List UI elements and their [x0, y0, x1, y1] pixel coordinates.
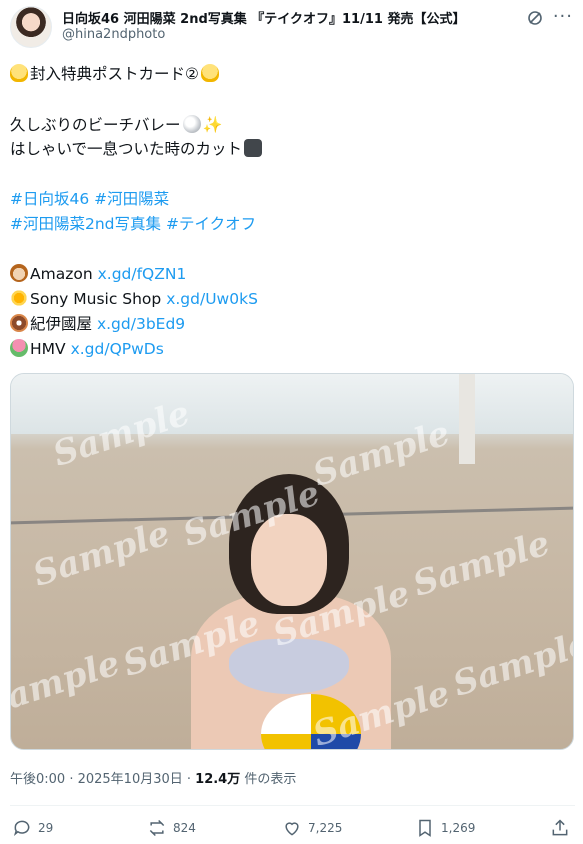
display-name[interactable]: 日向坂46 河田陽菜 2nd写真集 『テイクオフ』11/11 発売【公式】: [62, 8, 465, 27]
grok-icon[interactable]: [527, 10, 543, 26]
tweet-photo[interactable]: Sample Sample Sample Sample Sample Sampl…: [10, 373, 574, 750]
hashtag-link[interactable]: #テイクオフ: [166, 215, 256, 233]
user-handle[interactable]: @hina2ndphoto: [62, 27, 165, 42]
more-icon[interactable]: ···: [553, 8, 573, 26]
tweet-header: 日向坂46 河田陽菜 2nd写真集 『テイクオフ』11/11 発売【公式】 @h…: [10, 6, 575, 48]
view-suffix: 件の表示: [240, 772, 297, 787]
sparkles-icon: ✨: [202, 115, 223, 134]
shop-label: HMV: [30, 340, 66, 358]
lightbulb-icon: [10, 64, 28, 82]
photo-net-pole: [459, 374, 475, 464]
sample-watermark: Sample: [10, 643, 125, 725]
divider: [10, 805, 575, 806]
sample-watermark: Sample: [28, 513, 175, 595]
reply-icon: [13, 820, 30, 836]
dog-icon: [10, 264, 28, 282]
tweet-text: 封入特典ポストカード② 久しぶりのビーチバレー ✨ はしゃいで一息ついた時のカット…: [10, 62, 570, 362]
share-button[interactable]: [550, 818, 570, 838]
shop-link[interactable]: x.gd/3bEd9: [97, 315, 185, 333]
bookmark-count: 1,269: [441, 821, 476, 835]
shop-label: Sony Music Shop: [30, 290, 162, 308]
share-icon: [552, 819, 568, 836]
hashtag-link[interactable]: #日向坂46: [10, 190, 89, 208]
tweet-line-1: 封入特典ポストカード②: [30, 65, 199, 83]
tulip-icon: [10, 339, 28, 357]
tweet-line-3: はしゃいで一息ついた時のカット: [10, 140, 243, 158]
action-bar: 29 824 7,225 1,269: [10, 818, 575, 842]
repost-button[interactable]: 824: [147, 818, 196, 838]
shop-link[interactable]: x.gd/Uw0kS: [166, 290, 258, 308]
bookmark-icon: [419, 819, 431, 837]
volleyball-icon: [182, 115, 201, 133]
avatar[interactable]: [10, 6, 52, 48]
like-button[interactable]: 7,225: [282, 818, 342, 838]
tweet-timestamp[interactable]: 午後0:00 · 2025年10月30日 ·: [10, 772, 195, 787]
view-count: 12.4万: [195, 772, 241, 787]
donut-icon: [10, 314, 28, 332]
hashtag-link[interactable]: #河田陽菜2nd写真集: [10, 215, 161, 233]
sun-icon: [10, 289, 28, 307]
shop-link[interactable]: x.gd/fQZN1: [98, 265, 187, 283]
reply-button[interactable]: 29: [12, 818, 53, 838]
reply-count: 29: [38, 821, 54, 835]
like-icon: [285, 822, 299, 836]
repost-count: 824: [173, 821, 196, 835]
bookmark-button[interactable]: 1,269: [415, 818, 475, 838]
hashtag-link[interactable]: #河田陽菜: [94, 190, 169, 208]
repost-icon: [149, 819, 165, 837]
camera-icon: [244, 139, 263, 157]
tweet-meta: 午後0:00 · 2025年10月30日 · 12.4万 件の表示: [10, 768, 296, 787]
sample-watermark: Sample: [448, 623, 574, 705]
shop-label: Amazon: [30, 265, 93, 283]
like-count: 7,225: [308, 821, 343, 835]
lightbulb-icon: [200, 64, 219, 82]
tweet-line-2: 久しぶりのビーチバレー: [10, 116, 181, 134]
shop-link[interactable]: x.gd/QPwDs: [71, 340, 164, 358]
sample-watermark: Sample: [408, 523, 555, 605]
shop-label: 紀伊國屋: [30, 315, 93, 333]
